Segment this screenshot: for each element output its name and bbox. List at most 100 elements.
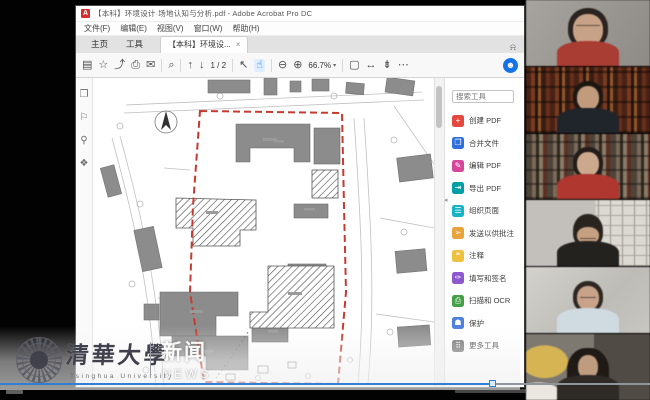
star-icon[interactable]: ☆: [98, 60, 108, 71]
toolbar-separator: [342, 59, 343, 72]
tool-fill-sign[interactable]: ✑ 填写和签名: [452, 272, 519, 284]
progress-handle[interactable]: [489, 380, 496, 387]
tab-strip: 主页 工具 【本科】环境设... × ⍾: [76, 36, 524, 53]
tool-label: 编辑 PDF: [469, 160, 501, 171]
video-participant-2[interactable]: [525, 67, 650, 134]
tool-export-pdf[interactable]: ⇥ 导出 PDF: [452, 182, 519, 194]
tab-home[interactable]: 主页: [82, 36, 117, 53]
fit-width-icon[interactable]: ↔: [366, 60, 377, 71]
select-tool-icon[interactable]: ↖: [239, 60, 248, 71]
tool-label: 发送以供批注: [469, 228, 514, 239]
tool-label: 创建 PDF: [469, 115, 501, 126]
close-tab-icon[interactable]: ×: [236, 40, 241, 49]
video-progress-bar[interactable]: [0, 383, 650, 385]
tool-label: 注释: [469, 250, 484, 261]
tool-label: 填写和签名: [469, 273, 507, 284]
title-bar: A 【本科】环境设计·场地认知与分析.pdf - Adobe Acrobat P…: [76, 6, 524, 22]
tools-panel: ◂ + 创建 PDF ❐ 合并文件 ✎ 编辑 PDF ⇥ 导出 PDF ☰ 组织…: [444, 78, 524, 387]
layers-icon[interactable]: ❖: [80, 159, 89, 169]
previous-page-icon[interactable]: ↑: [187, 60, 193, 71]
send-for-comments-icon: ➢: [452, 227, 464, 239]
left-navigation-pane: ❐ ⚐ ⚲ ❖: [76, 78, 93, 387]
participant-silhouette: [557, 81, 619, 133]
video-frame: A 【本科】环境设计·场地认知与分析.pdf - Adobe Acrobat P…: [0, 0, 650, 400]
notifications-bell-icon[interactable]: ⍾: [510, 42, 520, 53]
tab-tools[interactable]: 工具: [117, 36, 152, 53]
print-icon[interactable]: ⎙: [131, 60, 140, 71]
footer-text-smudge: [6, 390, 23, 394]
comment-icon: ❝: [452, 250, 464, 262]
participant-silhouette: [557, 8, 619, 66]
tool-label: 扫描和 OCR: [469, 295, 510, 306]
page-thumbnails-icon[interactable]: ❐: [80, 90, 89, 100]
menu-help[interactable]: 帮助(H): [232, 23, 259, 34]
toolbar: ▤ ☆ ⤴ ⎙ ✉ ⌕ ↑ ↓ 1 / 2 ↖ ☝ ⊖ ⊕ 66.7% ▾ ▢ …: [76, 53, 524, 78]
pdf-application-window: A 【本科】环境设计·场地认知与分析.pdf - Adobe Acrobat P…: [75, 5, 525, 388]
tool-label: 更多工具: [469, 340, 499, 351]
tools-search-input[interactable]: [452, 90, 514, 103]
toolbar-separator: [232, 59, 233, 72]
scrollbar-thumb[interactable]: [436, 86, 442, 128]
bookmarks-icon[interactable]: ⚐: [80, 113, 89, 123]
menu-edit[interactable]: 编辑(E): [120, 23, 147, 34]
combine-files-icon: ❐: [452, 137, 464, 149]
pdf-page[interactable]: [93, 78, 444, 387]
document-tab-label: 【本科】环境设...: [168, 39, 231, 50]
scan-ocr-icon: ⎙: [452, 295, 464, 307]
more-options-icon[interactable]: ⋯: [398, 60, 409, 71]
tab-document[interactable]: 【本科】环境设... ×: [160, 36, 248, 53]
tool-scan-ocr[interactable]: ⎙ 扫描和 OCR: [452, 295, 519, 307]
progress-played: [0, 383, 492, 385]
account-button[interactable]: ☻: [503, 58, 518, 73]
save-icon[interactable]: ▤: [82, 60, 92, 71]
mail-icon[interactable]: ✉: [146, 60, 155, 71]
tool-comment[interactable]: ❝ 注释: [452, 250, 519, 262]
main-area: ❐ ⚐ ⚲ ❖: [76, 78, 524, 387]
zoom-level-dropdown[interactable]: 66.7% ▾: [308, 61, 336, 70]
menu-view[interactable]: 视图(V): [157, 23, 184, 34]
page-indicator[interactable]: 1 / 2: [210, 61, 226, 70]
participant-silhouette: [557, 348, 619, 400]
video-participant-6[interactable]: [525, 334, 650, 400]
create-pdf-icon: +: [452, 115, 464, 127]
video-participant-3[interactable]: [525, 134, 650, 201]
scroll-mode-icon[interactable]: ⇟: [383, 60, 392, 71]
toolbar-separator: [161, 59, 162, 72]
tool-protect[interactable]: ☗ 保护: [452, 317, 519, 329]
tool-label: 组织页面: [469, 205, 499, 216]
fill-sign-icon: ✑: [452, 272, 464, 284]
toolbar-separator: [180, 59, 181, 72]
hand-tool-icon[interactable]: ☝: [254, 59, 265, 72]
tool-combine-files[interactable]: ❐ 合并文件: [452, 137, 519, 149]
video-participant-1[interactable]: [525, 0, 650, 67]
participant-video-strip: [525, 0, 650, 400]
zoom-out-icon[interactable]: ⊖: [278, 60, 287, 71]
document-scrollbar[interactable]: [434, 78, 444, 387]
tool-edit-pdf[interactable]: ✎ 编辑 PDF: [452, 160, 519, 172]
next-page-icon[interactable]: ↓: [199, 60, 205, 71]
share-icon[interactable]: ⤴: [114, 60, 125, 71]
search-icon[interactable]: ⌕: [168, 60, 174, 71]
participant-silhouette: [557, 214, 619, 266]
tool-label: 导出 PDF: [469, 183, 501, 194]
video-participant-4[interactable]: [525, 200, 650, 267]
edit-pdf-icon: ✎: [452, 160, 464, 172]
toolbar-separator: [271, 59, 272, 72]
fit-page-icon[interactable]: ▢: [349, 60, 359, 71]
collapse-panel-icon[interactable]: ◂: [444, 196, 448, 204]
attachments-icon[interactable]: ⚲: [80, 136, 87, 146]
zoom-in-icon[interactable]: ⊕: [293, 60, 302, 71]
footer-caption-smudge: [455, 389, 527, 393]
site-plan-map: [98, 78, 434, 387]
tool-send-for-comments[interactable]: ➢ 发送以供批注: [452, 227, 519, 239]
participant-silhouette: [557, 281, 619, 333]
tool-organize-pages[interactable]: ☰ 组织页面: [452, 205, 519, 217]
tool-label: 合并文件: [469, 138, 499, 149]
tsinghua-seal-logo: [16, 337, 62, 383]
zoom-level-value: 66.7%: [308, 61, 331, 70]
video-participant-5[interactable]: [525, 267, 650, 334]
tool-create-pdf[interactable]: + 创建 PDF: [452, 115, 519, 127]
menu-file[interactable]: 文件(F): [84, 23, 110, 34]
menu-window[interactable]: 窗口(W): [194, 23, 223, 34]
tool-more-tools[interactable]: ⠿ 更多工具: [452, 340, 519, 352]
